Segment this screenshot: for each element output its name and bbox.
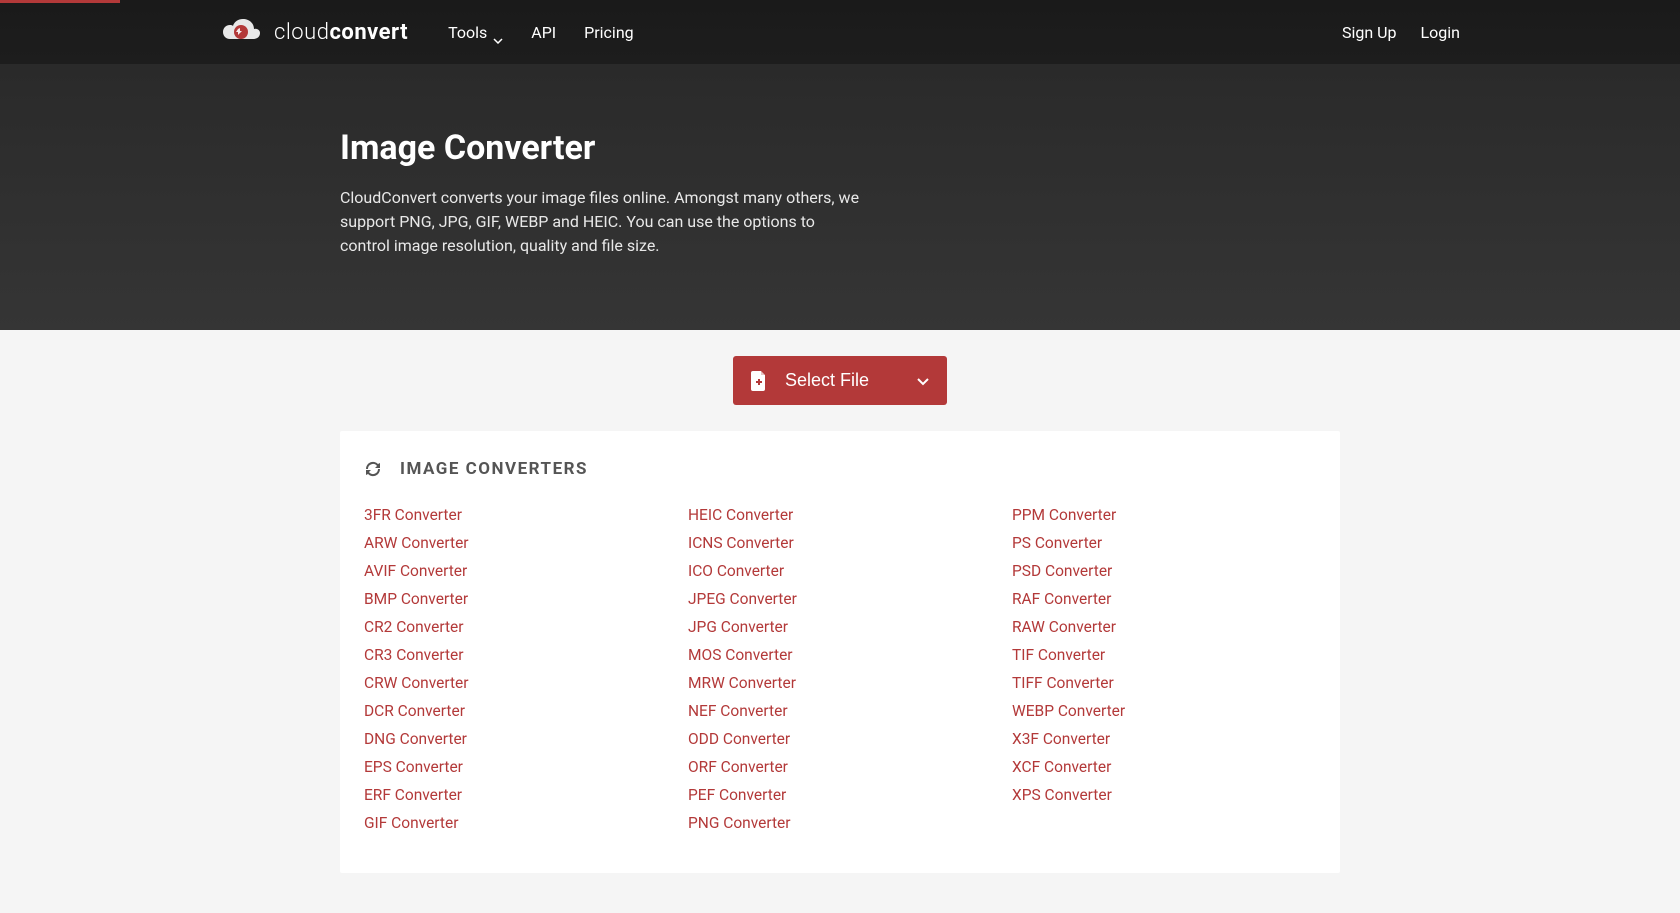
nav-signup[interactable]: Sign Up [1342,23,1397,42]
converter-link[interactable]: DCR Converter [364,697,668,725]
converter-link[interactable]: TIF Converter [1012,641,1316,669]
converter-link[interactable]: PNG Converter [688,809,992,837]
converter-link[interactable]: ODD Converter [688,725,992,753]
nav-api[interactable]: API [531,23,556,42]
converter-link[interactable]: PEF Converter [688,781,992,809]
converter-link[interactable]: JPG Converter [688,613,992,641]
converter-link[interactable]: RAF Converter [1012,585,1316,613]
converter-column-1: 3FR ConverterARW ConverterAVIF Converter… [364,501,668,837]
nav-tools[interactable]: Tools [448,23,503,42]
converter-link[interactable]: ICO Converter [688,557,992,585]
converter-link[interactable]: 3FR Converter [364,501,668,529]
converter-column-3: PPM ConverterPS ConverterPSD ConverterRA… [1012,501,1316,837]
converter-link[interactable]: ERF Converter [364,781,668,809]
nav-tools-label: Tools [448,23,487,42]
converter-link[interactable]: HEIC Converter [688,501,992,529]
converter-link[interactable]: PS Converter [1012,529,1316,557]
logo[interactable]: cloudconvert [220,17,408,47]
converter-link[interactable]: X3F Converter [1012,725,1316,753]
converter-link[interactable]: CRW Converter [364,669,668,697]
file-add-icon [751,371,767,391]
nav-login[interactable]: Login [1421,23,1460,42]
converter-link[interactable]: PSD Converter [1012,557,1316,585]
converter-link[interactable]: MRW Converter [688,669,992,697]
select-file-button[interactable]: Select File [733,356,947,405]
select-file-label: Select File [785,370,869,391]
converters-card: IMAGE CONVERTERS 3FR ConverterARW Conver… [340,431,1340,873]
top-nav: cloudconvert Tools API Pricing Sign Up L… [200,0,1480,64]
action-bar: Select File [0,330,1680,431]
converter-link[interactable]: BMP Converter [364,585,668,613]
converter-link[interactable]: AVIF Converter [364,557,668,585]
chevron-down-icon [917,370,929,391]
select-file-dropdown[interactable] [899,356,947,405]
converter-link[interactable]: ARW Converter [364,529,668,557]
converter-link[interactable]: ICNS Converter [688,529,992,557]
nav-pricing[interactable]: Pricing [584,23,634,42]
converter-link[interactable]: PPM Converter [1012,501,1316,529]
brand-text: cloudconvert [274,20,408,45]
converter-link[interactable]: RAW Converter [1012,613,1316,641]
converter-link[interactable]: EPS Converter [364,753,668,781]
hero-section: Image Converter CloudConvert converts yo… [0,64,1680,330]
converter-link[interactable]: TIFF Converter [1012,669,1316,697]
converter-link[interactable]: GIF Converter [364,809,668,837]
converter-link[interactable]: JPEG Converter [688,585,992,613]
converter-link[interactable]: ORF Converter [688,753,992,781]
page-title: Image Converter [340,128,1340,168]
refresh-icon [364,460,382,478]
chevron-down-icon [493,29,503,35]
converter-link[interactable]: CR3 Converter [364,641,668,669]
converter-link[interactable]: DNG Converter [364,725,668,753]
section-title: IMAGE CONVERTERS [400,459,588,479]
cloud-logo-icon [220,17,262,47]
converter-link[interactable]: WEBP Converter [1012,697,1316,725]
page-description: CloudConvert converts your image files o… [340,186,860,258]
converter-link[interactable]: MOS Converter [688,641,992,669]
loading-progress-bar [0,0,120,3]
converter-link[interactable]: XPS Converter [1012,781,1316,809]
converter-link[interactable]: NEF Converter [688,697,992,725]
converter-link[interactable]: CR2 Converter [364,613,668,641]
converter-link[interactable]: XCF Converter [1012,753,1316,781]
converter-column-2: HEIC ConverterICNS ConverterICO Converte… [688,501,992,837]
